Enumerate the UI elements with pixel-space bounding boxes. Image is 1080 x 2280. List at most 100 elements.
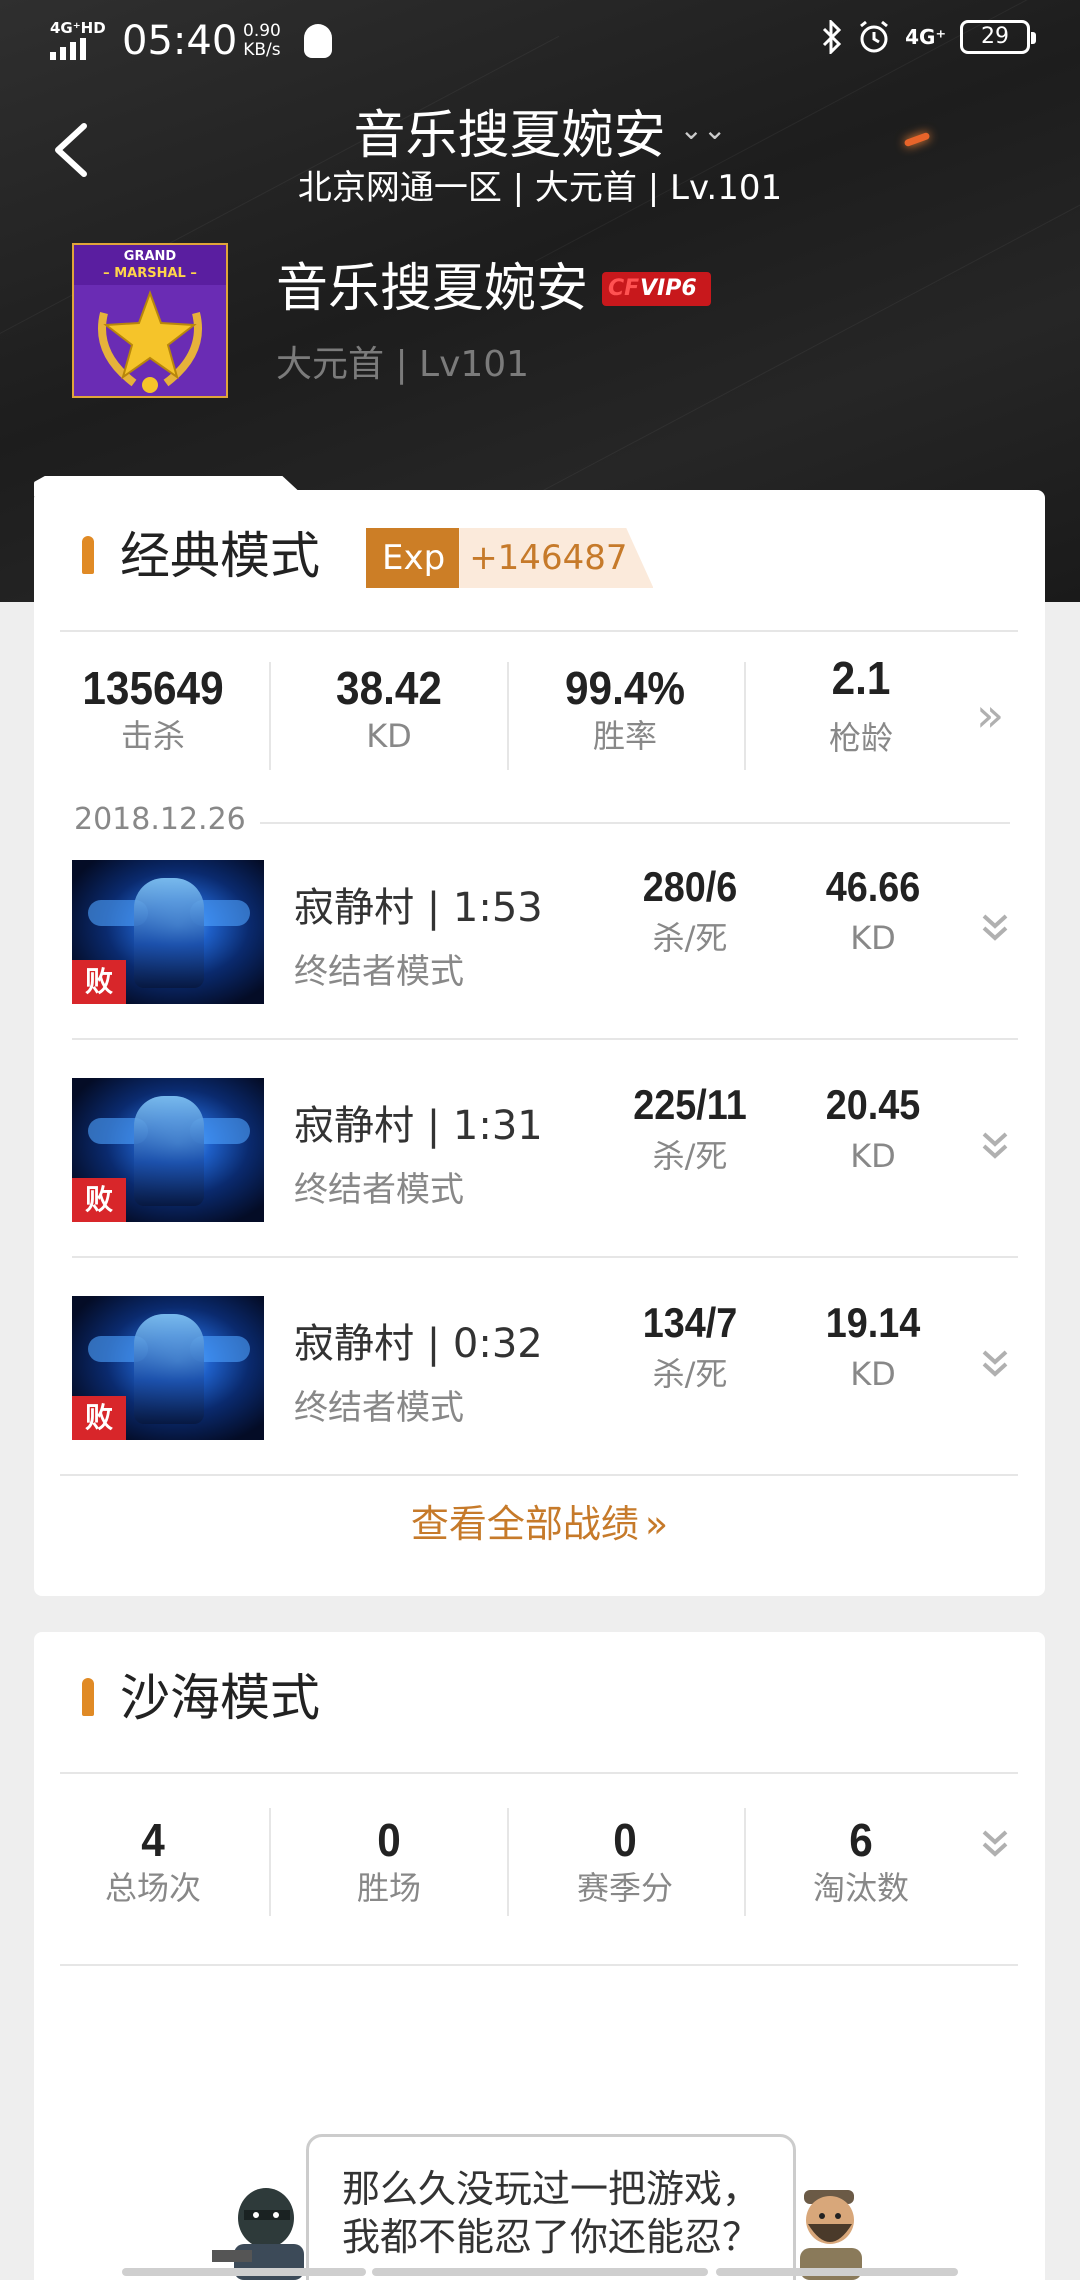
map-thumbnail: 败 (72, 1296, 264, 1440)
match-kd: 19.14 KD (788, 1296, 958, 1398)
match-mode: 终结者模式 (294, 1170, 464, 1210)
stat-label: 枪龄 (828, 719, 893, 757)
stat-label: 击杀 (120, 717, 185, 755)
classic-stats-row[interactable]: 135649 击杀 38.42 KD 99.4% 胜率 2.1 枪龄 » (34, 652, 1045, 820)
stat-value: 6 (849, 1814, 873, 1866)
divider (744, 1808, 746, 1916)
stat-value: 99.4% (564, 662, 686, 714)
stat-eliminations: 6 淘汰数 (781, 1812, 941, 1908)
divider (507, 1808, 509, 1916)
lose-badge: 败 (72, 1396, 126, 1440)
stat-value: 134/7 (642, 1299, 738, 1346)
exp-value: +146487 (459, 528, 654, 588)
exp-badge: Exp +146487 (366, 528, 654, 588)
profile-name: 音乐搜夏婉安 VIP6 (276, 256, 711, 322)
art-detail (134, 878, 204, 988)
battery-icon: 29 (960, 20, 1036, 54)
stat-label: 淘汰数 (812, 1869, 909, 1907)
signal-icon (50, 38, 86, 60)
map-thumbnail: 败 (72, 860, 264, 1004)
classic-mode-header: 经典模式 Exp +146487 (34, 490, 1045, 630)
view-all-records-link[interactable]: 查看全部战绩» (34, 1496, 1045, 1552)
match-map: 寂静村 | 1:53 (294, 885, 543, 931)
stat-label: KD (850, 919, 896, 957)
stat-label: 杀/死 (652, 1355, 728, 1393)
view-all-label: 查看全部战绩 (410, 1502, 639, 1546)
divider (269, 662, 271, 770)
desert-stats-row[interactable]: 4 总场次 0 胜场 0 赛季分 6 淘汰数 (34, 1808, 1045, 1972)
double-chevron-right-icon[interactable]: » (976, 690, 1004, 740)
status-right: 4G⁺ 29 (821, 20, 1036, 54)
expand-chevron-icon[interactable] (980, 1126, 1010, 1166)
rank-badge-label: GRAND – MARSHAL – (74, 245, 226, 285)
art-detail (134, 1314, 204, 1424)
stat-label: 杀/死 (652, 919, 728, 957)
scroll-indicator (122, 2268, 366, 2276)
match-kills-deaths: 134/7 杀/死 (605, 1296, 775, 1398)
stat-value: 2.1 (831, 652, 891, 704)
section-title: 沙海模式 (120, 1669, 320, 1727)
stat-label: KD (850, 1137, 896, 1175)
match-row[interactable]: 败 寂静村 | 1:31 终结者模式 225/11 杀/死 20.45 KD (34, 1038, 1045, 1256)
divider (60, 1474, 1018, 1476)
match-kd: 46.66 KD (788, 860, 958, 962)
speed-unit: KB/s (243, 40, 281, 60)
stat-label: 杀/死 (652, 1137, 728, 1175)
stat-value: 20.45 (825, 1081, 921, 1128)
stat-value: 4 (141, 1814, 165, 1866)
stat-value: 135649 (82, 662, 224, 714)
bullet-icon (82, 1678, 94, 1716)
stat-value: 225/11 (633, 1081, 747, 1128)
scroll-indicator (716, 2268, 958, 2276)
match-kills-deaths: 225/11 杀/死 (605, 1078, 775, 1180)
divider (60, 1964, 1018, 1966)
stat-value: 19.14 (825, 1299, 921, 1346)
stat-total-matches: 4 总场次 (73, 1812, 233, 1908)
lose-badge: 败 (72, 1178, 126, 1222)
qq-notification-icon (304, 24, 332, 58)
match-map: 寂静村 | 1:31 (294, 1103, 543, 1149)
expand-chevron-icon[interactable] (980, 1824, 1010, 1864)
match-mode: 终结者模式 (294, 952, 464, 992)
stat-wins: 0 胜场 (309, 1812, 469, 1908)
lose-badge: 败 (72, 960, 126, 1004)
nav-title: 音乐搜夏婉安 (353, 106, 666, 166)
divider (60, 1772, 1018, 1774)
player-name: 音乐搜夏婉安 (276, 259, 589, 319)
divider (744, 662, 746, 770)
match-row[interactable]: 败 寂静村 | 0:32 终结者模式 134/7 杀/死 19.14 KD (34, 1256, 1045, 1474)
exp-label: Exp (366, 528, 460, 588)
expand-chevron-icon[interactable] (980, 1344, 1010, 1384)
expand-chevron-icon[interactable] (980, 908, 1010, 948)
status-bar: 4G⁺HD 05:40 0.90 KB/s 4G⁺ 29 (0, 0, 1080, 82)
stat-label: 赛季分 (576, 1869, 673, 1907)
stat-value: 38.42 (336, 662, 442, 714)
divider (60, 630, 1018, 632)
rank-badge: GRAND – MARSHAL – (72, 243, 228, 398)
soldier-character-illustration (212, 2188, 304, 2280)
match-kd: 20.45 KD (788, 1078, 958, 1180)
classic-mode-card: 经典模式 Exp +146487 135649 击杀 38.42 KD 99.4… (34, 490, 1045, 1596)
account-switcher[interactable]: 音乐搜夏婉安 ⌄⌄ (0, 98, 1080, 168)
stat-label: 胜率 (592, 717, 657, 755)
stat-kd: 38.42 KD (309, 660, 469, 756)
vip-badge: VIP6 (602, 272, 711, 306)
divider (507, 662, 509, 770)
match-row[interactable]: 败 寂静村 | 1:53 终结者模式 280/6 杀/死 46.66 KD (34, 820, 1045, 1038)
bluetooth-icon (823, 20, 842, 54)
chevron-down-icon: ⌄⌄ (679, 113, 727, 146)
stat-value: 280/6 (642, 863, 738, 910)
network-speed: 0.90 KB/s (243, 22, 281, 60)
match-mode: 终结者模式 (294, 1388, 464, 1428)
stat-gun-age: 2.1 枪龄 (781, 650, 941, 758)
stat-win-rate: 99.4% 胜率 (545, 660, 705, 756)
stat-value: 46.66 (825, 863, 921, 910)
scroll-indicator (372, 2268, 708, 2276)
stat-season-score: 0 赛季分 (545, 1812, 705, 1908)
desert-mode-header: 沙海模式 (34, 1632, 1045, 1772)
network-type: 4G⁺ (905, 25, 946, 49)
profile-rank-level: 大元首 | Lv101 (276, 344, 530, 385)
speed-value: 0.90 (243, 21, 281, 41)
stat-label: KD (850, 1355, 896, 1393)
server-info: 北京网通一区 | 大元首 | Lv.101 (297, 168, 783, 208)
